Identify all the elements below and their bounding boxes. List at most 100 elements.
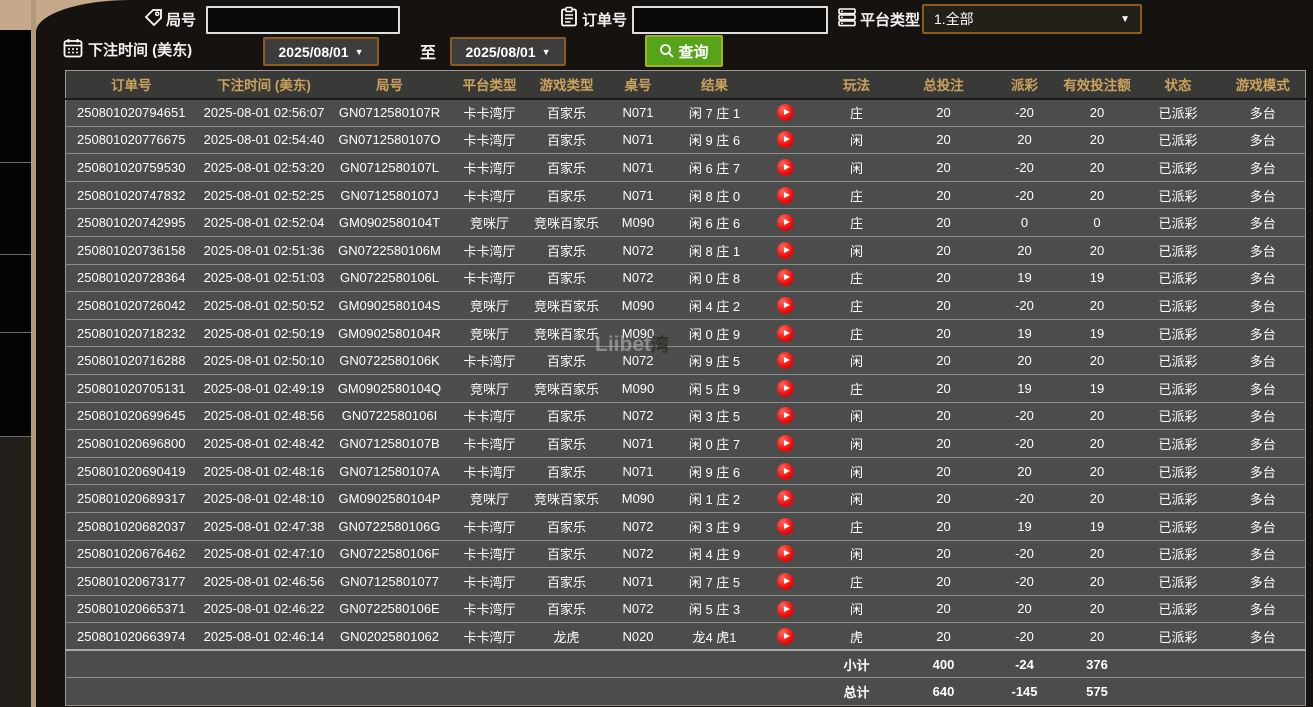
cell-table: M090 — [601, 319, 675, 348]
replay-play-icon[interactable] — [777, 352, 794, 370]
header-cell-4: 游戏类型 — [531, 70, 602, 100]
replay-play-icon[interactable] — [777, 379, 794, 397]
cell-game: 百家乐 — [531, 346, 602, 375]
cell-round: GM0902580104Q — [331, 374, 448, 403]
cell-time: 2025-08-01 02:48:16 — [196, 457, 332, 486]
cell-payout: -20 — [990, 622, 1059, 651]
replay-play-icon[interactable] — [777, 159, 794, 177]
cell-mode: 多台 — [1220, 291, 1306, 320]
table-row: 250801020676462 2025-08-01 02:47:10 GN0722… — [65, 540, 1306, 569]
total-empty-cell — [601, 677, 675, 707]
cell-bet: 庄 — [816, 98, 897, 127]
cell-table: N071 — [601, 126, 675, 155]
order-number-label: 订单号 — [582, 12, 628, 29]
cell-mode: 多台 — [1220, 98, 1306, 127]
total-empty-cell — [674, 677, 755, 707]
cell-game: 竞咪百家乐 — [531, 484, 602, 513]
cell-order: 250801020690419 — [65, 457, 197, 486]
cell-mode: 多台 — [1220, 153, 1306, 182]
round-number-input[interactable] — [206, 6, 400, 34]
cell-status: 已派彩 — [1135, 540, 1221, 569]
replay-play-icon[interactable] — [777, 434, 794, 452]
cell-payout: 19 — [990, 319, 1059, 348]
replay-play-icon[interactable] — [777, 186, 794, 204]
table-row: 250801020776675 2025-08-01 02:54:40 GN0712… — [65, 126, 1306, 155]
replay-play-icon[interactable] — [777, 462, 794, 480]
replay-play-icon[interactable] — [777, 131, 794, 149]
cell-order: 250801020665371 — [65, 595, 197, 624]
cell-replay — [754, 319, 817, 348]
cell-time: 2025-08-01 02:47:10 — [196, 540, 332, 569]
cell-round: GM0902580104T — [331, 208, 448, 237]
cell-valid: 19 — [1058, 264, 1136, 293]
cell-order: 250801020742995 — [65, 208, 197, 237]
date-from-picker[interactable]: 2025/08/01 ▼ — [263, 37, 379, 66]
cell-payout: 20 — [990, 457, 1059, 486]
replay-play-icon[interactable] — [777, 572, 794, 590]
replay-play-icon[interactable] — [777, 104, 794, 122]
date-to-picker[interactable]: 2025/08/01 ▼ — [450, 37, 566, 66]
cell-result: 闲 8 庄 0 — [674, 181, 755, 210]
replay-play-icon[interactable] — [777, 214, 794, 232]
chevron-down-icon: ▼ — [354, 46, 364, 57]
cell-result: 闲 1 庄 2 — [674, 484, 755, 513]
cell-status: 已派彩 — [1135, 595, 1221, 624]
cell-bet: 庄 — [816, 181, 897, 210]
cell-table: N072 — [601, 402, 675, 431]
cell-valid: 20 — [1058, 402, 1136, 431]
cell-platform: 卡卡湾厅 — [447, 595, 532, 624]
cell-platform: 卡卡湾厅 — [447, 346, 532, 375]
cell-valid: 20 — [1058, 153, 1136, 182]
cell-result: 闲 4 庄 9 — [674, 540, 755, 569]
cell-total: 20 — [896, 181, 991, 210]
replay-play-icon[interactable] — [777, 517, 794, 535]
cell-result: 闲 5 庄 3 — [674, 595, 755, 624]
cell-valid: 20 — [1058, 595, 1136, 624]
total-bet-sum: 640 — [896, 677, 991, 707]
replay-play-icon[interactable] — [777, 545, 794, 563]
total-empty-cell — [1220, 649, 1306, 679]
cell-total: 20 — [896, 567, 991, 596]
table-row: 250801020742995 2025-08-01 02:52:04 GM0902… — [65, 208, 1306, 237]
cell-result: 闲 0 庄 7 — [674, 429, 755, 458]
cell-time: 2025-08-01 02:56:07 — [196, 98, 332, 127]
replay-play-icon[interactable] — [777, 269, 794, 287]
cell-replay — [754, 264, 817, 293]
cell-bet: 庄 — [816, 374, 897, 403]
cell-bet: 闲 — [816, 236, 897, 265]
cell-replay — [754, 457, 817, 486]
replay-play-icon[interactable] — [777, 296, 794, 314]
table-row: 250801020718232 2025-08-01 02:50:19 GM0902… — [65, 319, 1306, 348]
cell-bet: 虎 — [816, 622, 897, 651]
cell-mode: 多台 — [1220, 512, 1306, 541]
total-label: 小计 — [816, 649, 897, 679]
order-number-input[interactable] — [632, 6, 828, 34]
replay-play-icon[interactable] — [777, 600, 794, 618]
cell-table: M090 — [601, 208, 675, 237]
cell-result: 闲 9 庄 5 — [674, 346, 755, 375]
total-valid-sum: 376 — [1058, 649, 1136, 679]
replay-play-icon[interactable] — [777, 627, 794, 645]
cell-valid: 19 — [1058, 374, 1136, 403]
cell-game: 百家乐 — [531, 264, 602, 293]
cell-result: 闲 0 庄 8 — [674, 264, 755, 293]
cell-payout: 19 — [990, 512, 1059, 541]
cell-result: 闲 0 庄 9 — [674, 319, 755, 348]
cell-order: 250801020726042 — [65, 291, 197, 320]
platform-type-select[interactable]: 1.全部 ▼ — [922, 4, 1142, 34]
cell-time: 2025-08-01 02:49:19 — [196, 374, 332, 403]
cell-game: 竞咪百家乐 — [531, 208, 602, 237]
cell-bet: 闲 — [816, 429, 897, 458]
cell-result: 闲 7 庄 5 — [674, 567, 755, 596]
header-cell-0: 订单号 — [65, 70, 197, 100]
replay-play-icon[interactable] — [777, 324, 794, 342]
cell-mode: 多台 — [1220, 126, 1306, 155]
cell-mode: 多台 — [1220, 374, 1306, 403]
cell-game: 百家乐 — [531, 595, 602, 624]
replay-play-icon[interactable] — [777, 241, 794, 259]
replay-play-icon[interactable] — [777, 407, 794, 425]
query-button[interactable]: 查询 — [645, 35, 723, 67]
cell-mode: 多台 — [1220, 319, 1306, 348]
cell-valid: 20 — [1058, 346, 1136, 375]
replay-play-icon[interactable] — [777, 490, 794, 508]
